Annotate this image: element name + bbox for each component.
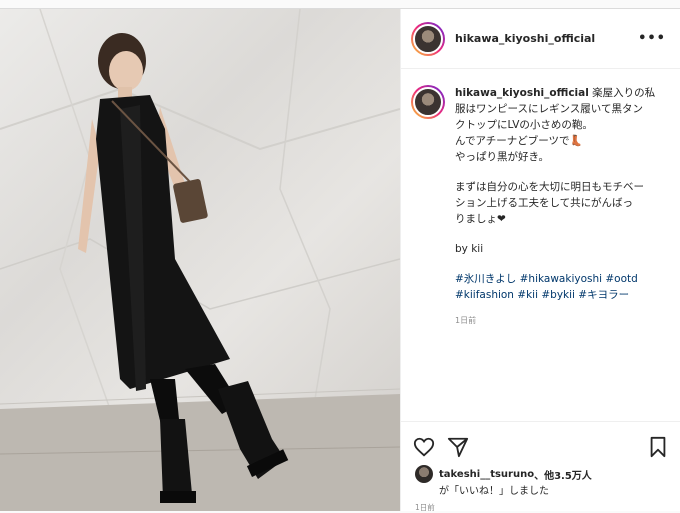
caption-byline: by kii (455, 243, 484, 255)
caption-line: まずは自分の心を大切に明日もモチベー (455, 181, 644, 193)
username-link[interactable]: hikawa_kiyoshi_official (455, 32, 638, 45)
hashtags[interactable]: #氷川きよし #hikawakiyoshi #ootd (455, 271, 655, 287)
caption-line: クトップにLVの小さめの鞄。 (455, 119, 593, 131)
bookmark-icon[interactable] (647, 436, 669, 458)
caption: hikawa_kiyoshi_official 楽屋入りの私 服はワンピースにレ… (411, 85, 673, 329)
likes-count[interactable]: 、他3.5万人 (534, 467, 592, 482)
caption-text: hikawa_kiyoshi_official 楽屋入りの私 服はワンピースにレ… (455, 85, 655, 329)
post-date: 1日前 (415, 503, 435, 512)
post-photo[interactable] (0, 9, 400, 511)
caption-line: 服はワンピースにレギンス履いて黒タン (455, 103, 643, 115)
action-bar: takeshi__tsuruno 、他3.5万人 が「いいね！」しました 1日前 (401, 421, 680, 512)
post-header: hikawa_kiyoshi_official ••• (401, 9, 680, 69)
caption-age: 1日前 (455, 316, 477, 325)
liker-username[interactable]: takeshi__tsuruno (439, 469, 534, 480)
caption-line: んでアチーナどブーツで👢 (455, 135, 583, 147)
post-sidebar: hikawa_kiyoshi_official ••• hikawa_kiyos… (400, 9, 680, 512)
caption-username[interactable]: hikawa_kiyoshi_official (455, 87, 589, 99)
heart-icon[interactable] (413, 436, 435, 458)
photo-illustration (0, 9, 400, 511)
caption-line: 楽屋入りの私 (588, 87, 656, 99)
caption-line: やっぱり黒が好き。 (455, 151, 549, 163)
caption-line: ション上げる工夫をして共にがんばっ (455, 197, 633, 209)
post-dialog: hikawa_kiyoshi_official ••• hikawa_kiyos… (0, 8, 680, 512)
more-options-icon[interactable]: ••• (638, 31, 666, 46)
hashtags[interactable]: #kiifashion #kii #bykii #キヨラー (455, 287, 655, 303)
paper-plane-icon[interactable] (447, 436, 469, 458)
caption-line: りましょ❤ (455, 213, 506, 225)
avatar[interactable] (411, 21, 445, 56)
caption-avatar[interactable] (411, 85, 445, 119)
likes-text: が「いいね！」しました (439, 486, 549, 497)
liker-avatar[interactable] (415, 465, 433, 483)
likes-summary: takeshi__tsuruno 、他3.5万人 (415, 465, 592, 483)
